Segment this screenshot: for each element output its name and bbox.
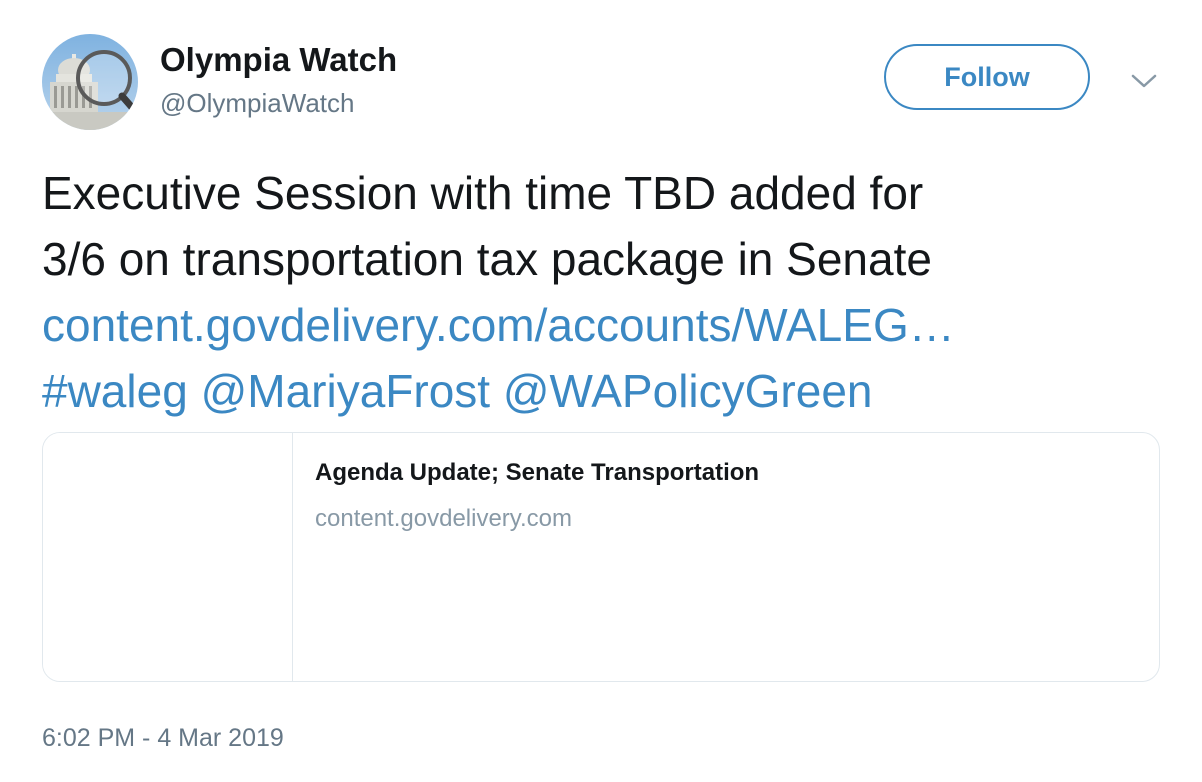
tweet-text-line-2: 3/6 on transportation tax package in Sen… <box>42 233 932 285</box>
capitol-dome-avatar <box>42 34 138 130</box>
tweet-link[interactable]: content.govdelivery.com/accounts/WALEG… <box>42 299 955 351</box>
tweet-text-line-1: Executive Session with time TBD added fo… <box>42 167 924 219</box>
tweet-text: Executive Session with time TBD added fo… <box>42 160 1172 424</box>
chevron-down-icon[interactable] <box>1126 66 1162 96</box>
hashtag-link[interactable]: #waleg <box>42 365 188 417</box>
profile-avatar[interactable] <box>42 34 138 130</box>
card-domain: content.govdelivery.com <box>315 505 573 532</box>
tweet: Olympia Watch @OlympiaWatch Follow Execu… <box>0 0 1202 782</box>
display-name[interactable]: Olympia Watch <box>160 40 397 80</box>
link-preview-card[interactable]: Agenda Update; Senate Transportation con… <box>42 432 1160 682</box>
follow-button[interactable]: Follow <box>884 44 1090 110</box>
mention-link-wapolicygreen[interactable]: @WAPolicyGreen <box>503 365 873 417</box>
mention-link-mariyafrost[interactable]: @MariyaFrost <box>201 365 491 417</box>
card-thumbnail <box>43 433 293 681</box>
tweet-timestamp[interactable]: 6:02 PM - 4 Mar 2019 <box>42 724 284 753</box>
user-handle[interactable]: @OlympiaWatch <box>160 86 354 120</box>
card-title: Agenda Update; Senate Transportation <box>315 459 760 486</box>
